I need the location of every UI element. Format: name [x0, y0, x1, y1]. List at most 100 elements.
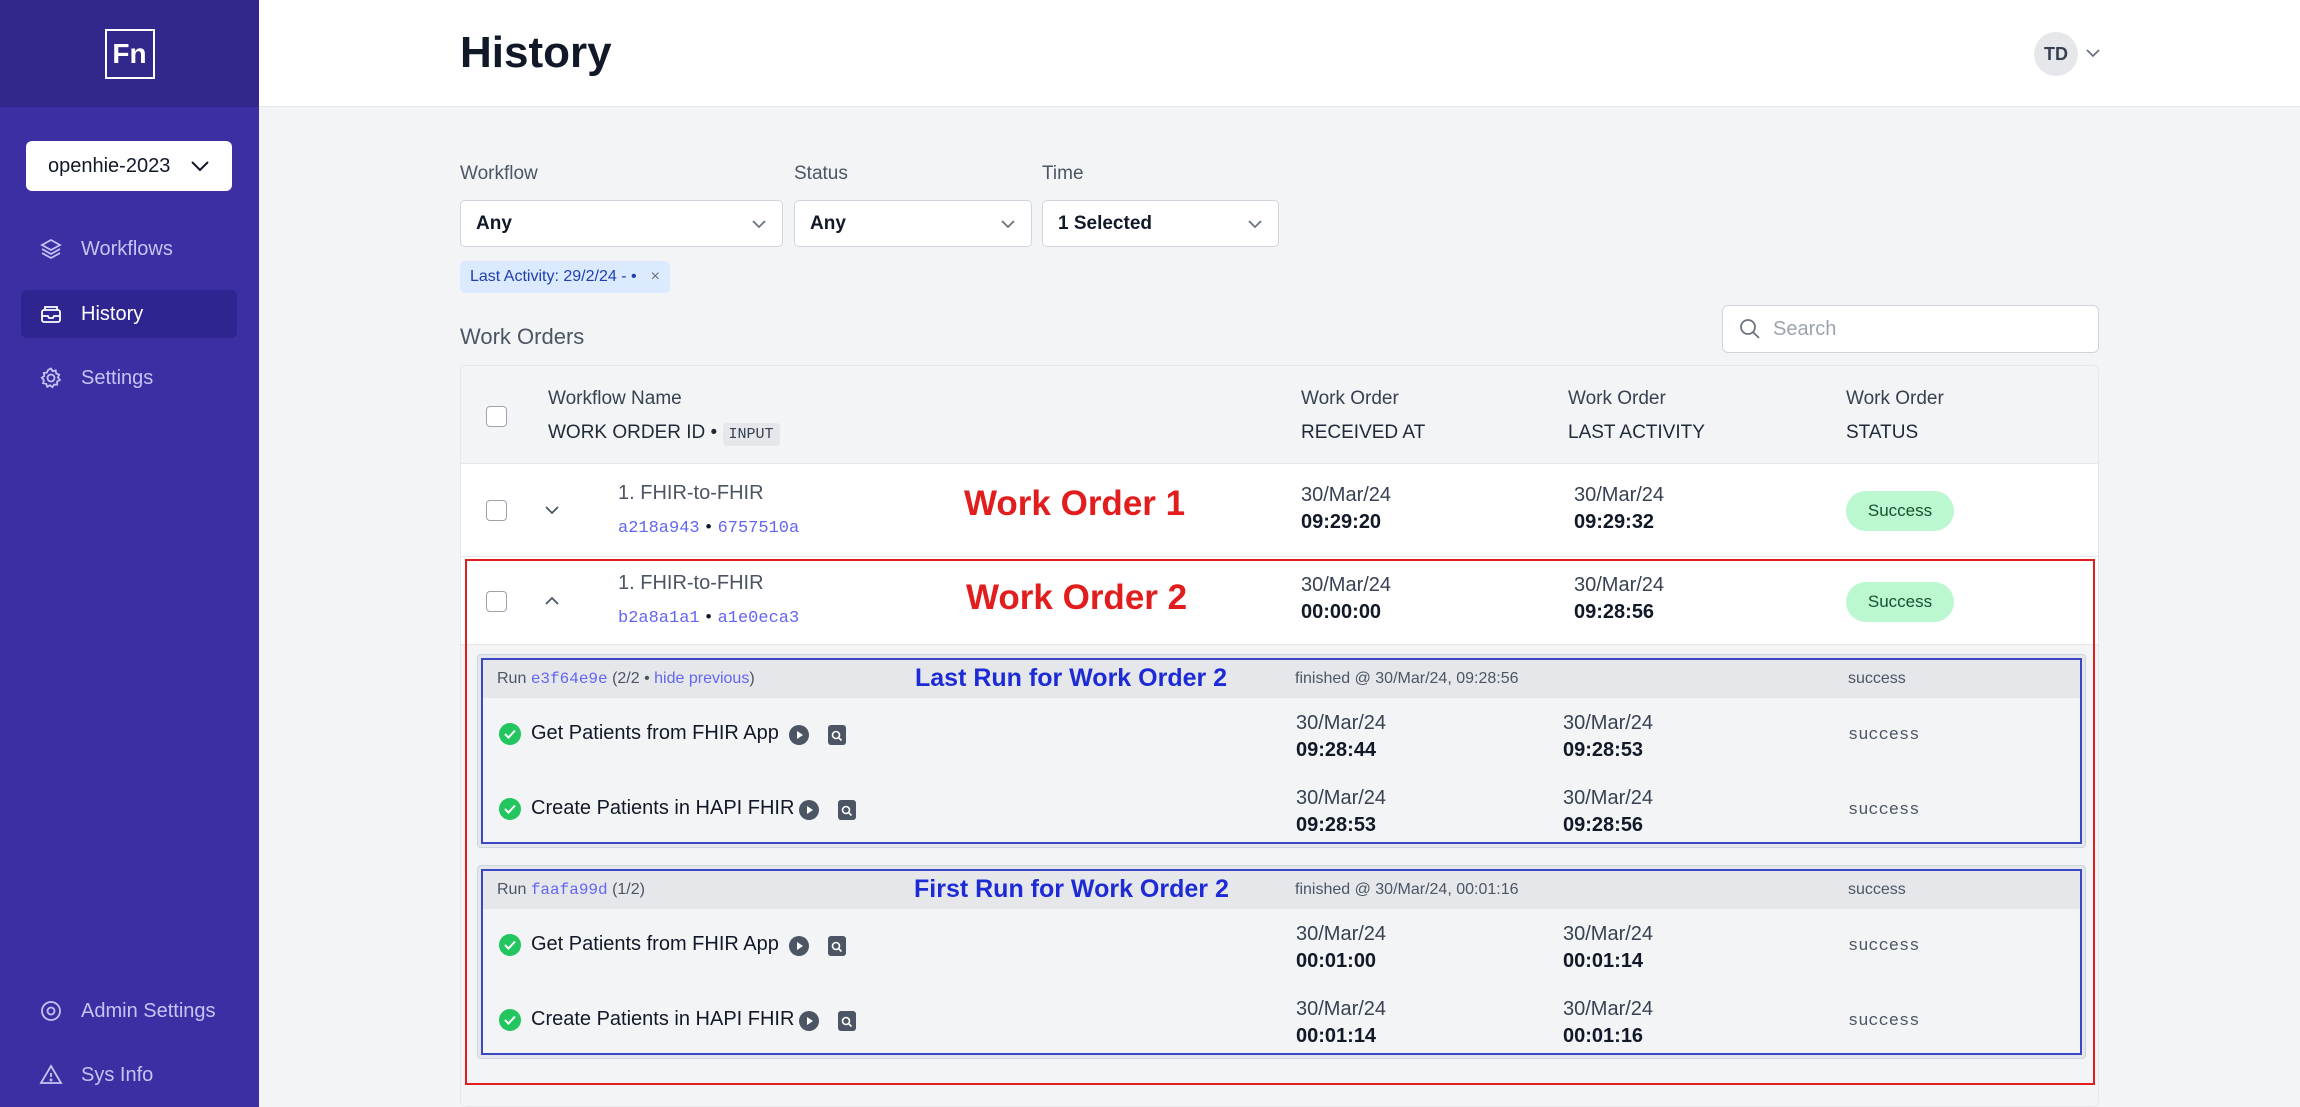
- received-time: 00:00:00: [1301, 601, 1382, 623]
- row-checkbox[interactable]: [486, 591, 507, 612]
- sidebar-item-history[interactable]: History: [21, 290, 237, 338]
- status-badge: Success: [1846, 582, 1954, 622]
- table-row[interactable]: 1. FHIR-to-FHIR b2a8a1a1 • a1e0eca3 Work O…: [461, 557, 2098, 645]
- run-count: (1/2): [612, 881, 645, 898]
- step-end-time: 00:01:14: [1563, 950, 1644, 972]
- run-status: success: [1848, 881, 1906, 898]
- column-received-at[interactable]: Work Order RECEIVED AT: [1301, 388, 1425, 444]
- sidebar-item-label: History: [81, 302, 144, 325]
- workflow-filter-label: Workflow: [460, 163, 538, 184]
- activity-time: 09:29:32: [1574, 511, 1655, 533]
- step-status: success: [1848, 726, 1920, 745]
- run-panel: Run e3f64e9e (2/2 • hide previous) Last …: [477, 654, 2086, 848]
- received-date: 30/Mar/24: [1301, 574, 1392, 596]
- select-all-checkbox[interactable]: [486, 406, 507, 427]
- check-circle-icon: [499, 934, 521, 956]
- run-finished: finished @ 30/Mar/24, 00:01:16: [1295, 881, 1519, 898]
- step-finished: 30/Mar/24 00:01:14: [1563, 921, 1653, 975]
- check-circle-icon: [499, 1009, 521, 1031]
- hide-previous-link[interactable]: hide previous: [654, 670, 749, 687]
- work-order-ids: a218a943 • 6757510a: [618, 517, 799, 538]
- status-filter-label: Status: [794, 163, 848, 184]
- warning-icon: [39, 1063, 63, 1087]
- chevron-down-icon: [1248, 219, 1262, 228]
- step-row[interactable]: Create Patients in HAPI FHIR 30/Mar/24 0…: [483, 773, 2080, 848]
- step-start-date: 30/Mar/24: [1296, 998, 1387, 1020]
- column-sub-label: STATUS: [1846, 422, 1919, 443]
- step-row[interactable]: Get Patients from FHIR App 30/Mar/24 00:…: [483, 909, 2080, 984]
- step-end-date: 30/Mar/24: [1563, 998, 1654, 1020]
- received-at: 30/Mar/24 09:29:20: [1301, 482, 1391, 536]
- play-icon[interactable]: [798, 1010, 820, 1032]
- work-order-id-link[interactable]: b2a8a1a1: [618, 609, 700, 628]
- play-icon[interactable]: [788, 935, 810, 957]
- row-checkbox[interactable]: [486, 500, 507, 521]
- run-header: Run e3f64e9e (2/2 • hide previous) Last …: [483, 660, 2080, 698]
- search-box[interactable]: [1722, 305, 2099, 353]
- step-finished: 30/Mar/24 09:28:56: [1563, 785, 1653, 839]
- step-row[interactable]: Get Patients from FHIR App 30/Mar/24 09:…: [483, 698, 2080, 773]
- work-order-id-link[interactable]: a218a943: [618, 519, 700, 538]
- received-date: 30/Mar/24: [1301, 484, 1392, 506]
- sidebar-item-sys-info[interactable]: Sys Info: [21, 1051, 237, 1099]
- step-start-time: 09:28:44: [1296, 739, 1377, 761]
- workflow-filter-value: Any: [476, 212, 512, 234]
- sidebar-item-label: Settings: [81, 366, 154, 389]
- column-workflow-name[interactable]: Workflow Name WORK ORDER ID • INPUT: [548, 388, 780, 446]
- app-logo[interactable]: Fn: [104, 28, 155, 79]
- received-time: 09:29:20: [1301, 511, 1382, 533]
- sidebar-item-settings[interactable]: Settings: [21, 354, 237, 402]
- work-order-ids: b2a8a1a1 • a1e0eca3: [618, 607, 799, 628]
- play-icon[interactable]: [798, 799, 820, 821]
- run-finished: finished @ 30/Mar/24, 09:28:56: [1295, 670, 1519, 687]
- inspect-icon[interactable]: [836, 799, 858, 821]
- page-header: History TD: [259, 0, 2300, 107]
- table-header: Workflow Name WORK ORDER ID • INPUT Work…: [461, 366, 2098, 464]
- sidebar-item-label: Workflows: [81, 237, 173, 260]
- step-end-time: 09:28:56: [1563, 814, 1644, 836]
- run-id-link[interactable]: e3f64e9e: [531, 670, 608, 688]
- run-id-link[interactable]: faafa99d: [531, 881, 608, 899]
- last-activity: 30/Mar/24 09:29:32: [1574, 482, 1664, 536]
- step-status: success: [1848, 1012, 1920, 1031]
- step-finished: 30/Mar/24 09:28:53: [1563, 710, 1653, 764]
- table-row[interactable]: 1. FHIR-to-FHIR a218a943 • 6757510a Work O…: [461, 464, 2098, 557]
- layers-icon: [39, 237, 63, 261]
- play-icon[interactable]: [788, 724, 810, 746]
- sidebar-item-admin-settings[interactable]: Admin Settings: [21, 987, 237, 1035]
- chevron-up-icon[interactable]: [543, 591, 561, 611]
- input-id-link[interactable]: 6757510a: [718, 519, 800, 538]
- step-name: Create Patients in HAPI FHIR: [531, 1008, 795, 1030]
- project-selector[interactable]: openhie-2023: [26, 141, 232, 191]
- step-start-time: 09:28:53: [1296, 814, 1377, 836]
- step-row[interactable]: Create Patients in HAPI FHIR 30/Mar/24 0…: [483, 984, 2080, 1059]
- avatar[interactable]: TD: [2034, 32, 2078, 76]
- run-prefix: Run: [497, 881, 527, 898]
- inspect-icon[interactable]: [836, 1010, 858, 1032]
- step-end-time: 00:01:16: [1563, 1025, 1644, 1047]
- run-panel-inner: Run e3f64e9e (2/2 • hide previous) Last …: [481, 658, 2082, 844]
- chevron-down-icon[interactable]: [543, 500, 561, 520]
- status-filter-select[interactable]: Any: [794, 200, 1032, 247]
- time-filter-select[interactable]: 1 Selected: [1042, 200, 1279, 247]
- sidebar-item-workflows[interactable]: Workflows: [21, 225, 237, 273]
- activity-date: 30/Mar/24: [1574, 574, 1665, 596]
- inspect-icon[interactable]: [826, 724, 848, 746]
- column-status[interactable]: Work Order STATUS: [1846, 388, 1944, 444]
- workflow-filter-select[interactable]: Any: [460, 200, 783, 247]
- step-start-date: 30/Mar/24: [1296, 712, 1387, 734]
- column-label: Work Order: [1568, 388, 1666, 409]
- column-sub-label: RECEIVED AT: [1301, 422, 1426, 443]
- search-input[interactable]: [1773, 317, 2073, 341]
- step-name: Create Patients in HAPI FHIR: [531, 797, 795, 819]
- check-circle-icon: [499, 798, 521, 820]
- input-id-link[interactable]: a1e0eca3: [718, 609, 800, 628]
- column-last-activity[interactable]: Work Order LAST ACTIVITY: [1568, 388, 1705, 444]
- chevron-down-icon[interactable]: [2085, 40, 2101, 68]
- close-icon[interactable]: ×: [651, 268, 660, 286]
- gear-icon: [39, 999, 63, 1023]
- step-end-date: 30/Mar/24: [1563, 712, 1654, 734]
- inspect-icon[interactable]: [826, 935, 848, 957]
- gear-icon: [39, 366, 63, 390]
- separator-dot: •: [705, 517, 712, 536]
